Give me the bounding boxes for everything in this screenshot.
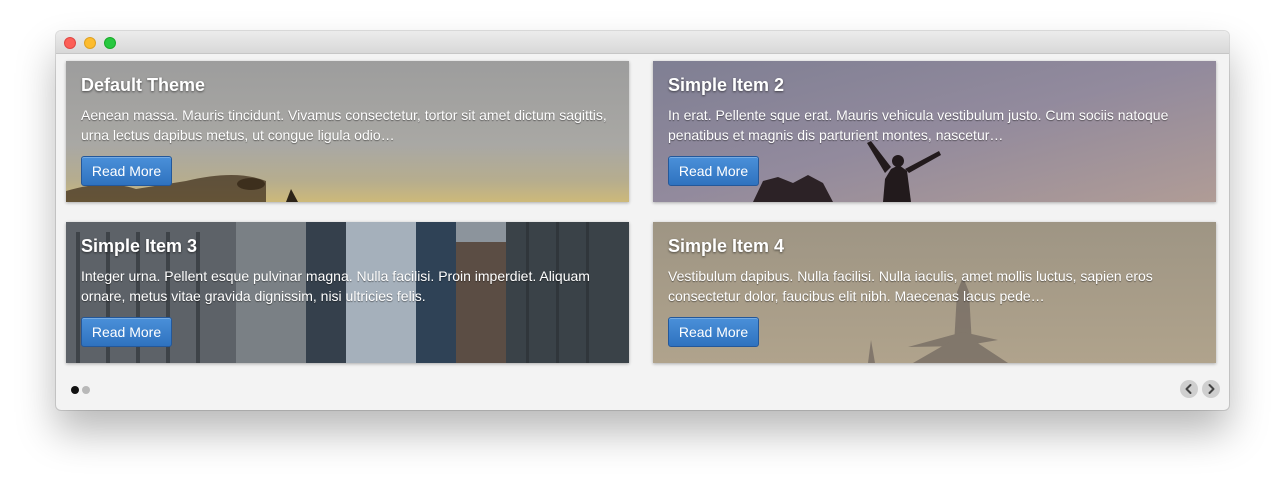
window-titlebar [56,31,1229,54]
zoom-window-button[interactable] [104,37,116,49]
browser-window: Default Theme Aenean massa. Mauris tinci… [56,31,1229,410]
item-description: Aenean massa. Mauris tincidunt. Vivamus … [81,107,607,143]
carousel-next-button[interactable] [1202,380,1220,398]
read-more-button[interactable]: Read More [668,156,759,186]
item-description: Vestibulum dapibus. Nulla facilisi. Null… [668,268,1153,304]
chevron-right-icon [1208,384,1215,394]
minimize-window-button[interactable] [84,37,96,49]
item-description: In erat. Pellente sque erat. Mauris vehi… [668,107,1169,143]
item-title: Simple Item 4 [668,236,785,256]
read-more-button[interactable]: Read More [668,317,759,347]
item-title: Simple Item 3 [81,236,198,256]
close-window-button[interactable] [64,37,76,49]
carousel-prev-button[interactable] [1180,380,1198,398]
carousel-item-1: Default Theme Aenean massa. Mauris tinci… [66,61,629,202]
pagination-dot-active[interactable] [71,386,79,394]
carousel-item-4: Simple Item 4 Vestibulum dapibus. Nulla … [653,222,1216,363]
read-more-button[interactable]: Read More [81,156,172,186]
item-title: Default Theme [81,75,206,95]
read-more-button[interactable]: Read More [81,317,172,347]
pagination-dot[interactable] [82,386,90,394]
chevron-left-icon [1185,384,1192,394]
item-title: Simple Item 2 [668,75,785,95]
carousel-item-2: Simple Item 2 In erat. Pellente sque era… [653,61,1216,202]
carousel-item-3: Simple Item 3 Integer urna. Pellent esqu… [66,222,629,363]
item-description: Integer urna. Pellent esque pulvinar mag… [81,268,590,304]
